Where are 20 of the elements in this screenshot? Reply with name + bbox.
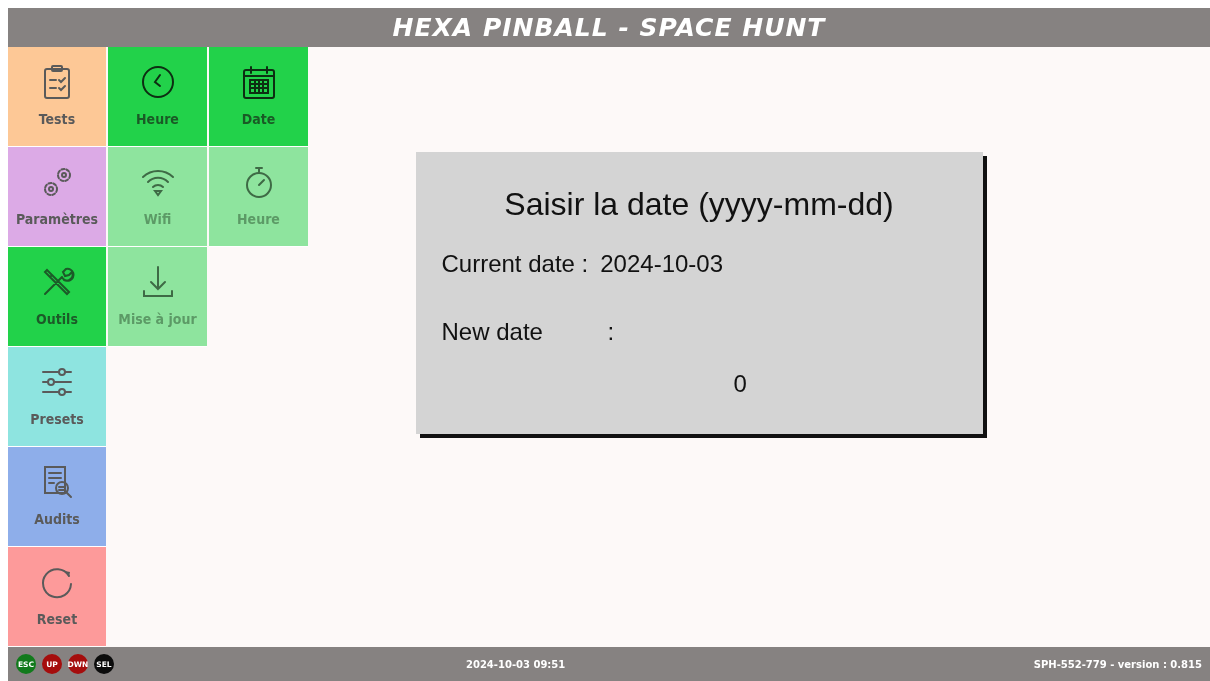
app-title: HEXA PINBALL - SPACE HUNT	[392, 11, 826, 44]
field-label: Current date :	[441, 249, 589, 280]
menu-tile[interactable]: Heure	[108, 47, 207, 148]
separator: :	[607, 317, 615, 348]
menu-tile[interactable]: Audits	[8, 447, 106, 548]
input-value[interactable]: 0	[733, 366, 747, 403]
menu-tile[interactable]: Wifi	[108, 147, 207, 248]
dialog-title: Saisir la date (yyyy-mm-dd)	[503, 185, 895, 225]
date-value: 2024-10-03	[600, 249, 723, 280]
menu-tile[interactable]: Mise à jour	[108, 247, 207, 348]
menu-tile[interactable]: Presets	[8, 347, 106, 448]
menu-tile[interactable]: Tests	[8, 47, 106, 148]
menu-tile[interactable]: Heure	[209, 147, 308, 248]
menu-tile[interactable]: Date	[209, 47, 308, 148]
version-text: SPH-552-779 - version : 0.815	[1033, 657, 1202, 672]
status-datetime: 2024-10-03 09:51	[466, 657, 566, 672]
field-label: New date	[441, 317, 544, 348]
menu-tile[interactable]: Reset	[8, 547, 106, 648]
menu-tile[interactable]: Paramètres	[8, 147, 106, 248]
menu-tile[interactable]: Outils	[8, 247, 106, 348]
